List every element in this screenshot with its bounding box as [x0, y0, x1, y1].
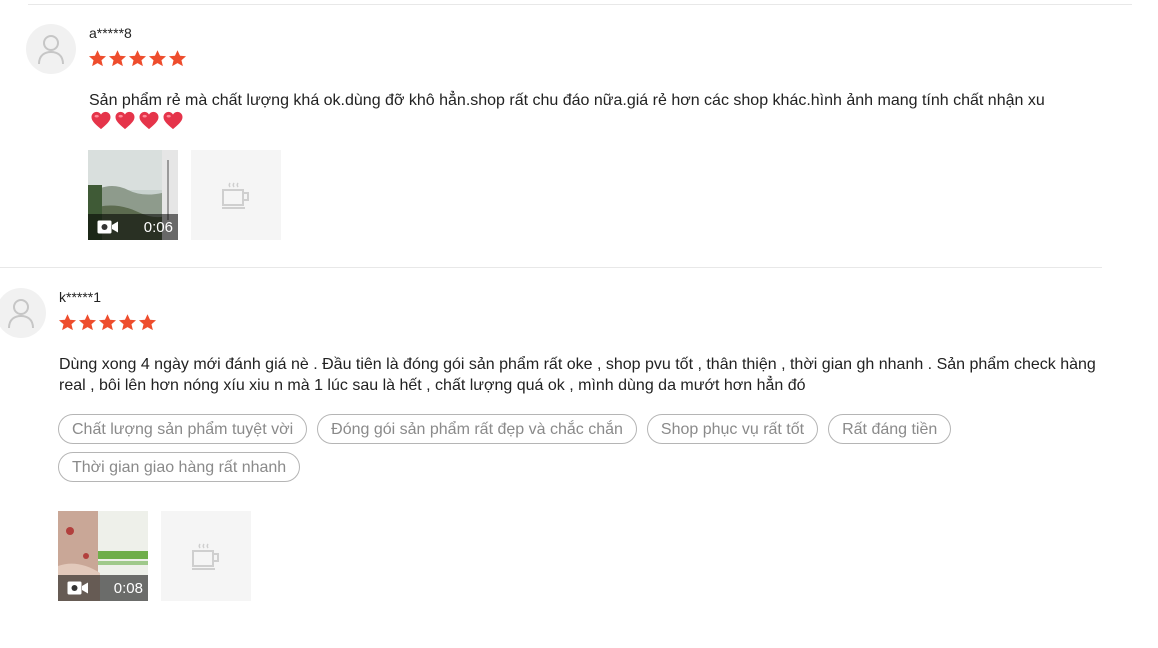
review-username: a*****8 — [89, 25, 132, 41]
media-placeholder[interactable] — [191, 150, 281, 240]
star-icon — [148, 50, 167, 67]
coffee-cup-icon — [192, 543, 219, 570]
review-media: 0:06 — [88, 150, 281, 240]
review-comment: Sản phẩm rẻ mà chất lượng khá ok.dùng đỡ… — [89, 90, 1119, 133]
review-tag: Đóng gói sản phẩm rất đẹp và chắc chắn — [317, 414, 637, 444]
review-media: 0:08 — [58, 511, 251, 601]
video-duration: 0:06 — [143, 218, 173, 236]
video-info-bar: 0:06 — [88, 214, 178, 240]
star-icon — [118, 314, 137, 331]
avatar[interactable] — [26, 24, 76, 74]
video-thumbnail[interactable]: 0:08 — [58, 511, 148, 601]
rating-stars — [88, 49, 187, 68]
coffee-cup-icon — [222, 182, 249, 209]
heart-icon — [91, 111, 111, 130]
video-thumbnail[interactable]: 0:06 — [88, 150, 178, 240]
video-camera-icon — [67, 581, 88, 595]
heart-icon — [115, 111, 135, 130]
star-icon — [78, 314, 97, 331]
star-icon — [58, 314, 77, 331]
review-comment-text: Sản phẩm rẻ mà chất lượng khá ok.dùng đỡ… — [89, 92, 1045, 109]
star-icon — [108, 50, 127, 67]
video-camera-icon — [97, 220, 118, 234]
review-item: a*****8 Sản phẩm rẻ mà chất lượng khá ok… — [0, 0, 1158, 268]
star-icon — [168, 50, 187, 67]
heart-icon — [139, 111, 159, 130]
heart-emojis — [90, 111, 184, 130]
video-duration: 0:08 — [113, 579, 143, 597]
rating-stars — [58, 313, 157, 332]
heart-icon — [163, 111, 183, 130]
avatar[interactable] — [0, 288, 46, 338]
review-tag: Chất lượng sản phẩm tuyệt vời — [58, 414, 308, 444]
star-icon — [88, 50, 107, 67]
review-comment: Dùng xong 4 ngày mới đánh giá nè . Đầu t… — [59, 356, 1096, 394]
user-icon — [38, 35, 64, 65]
review-username: k*****1 — [59, 289, 102, 305]
review-tags: Chất lượng sản phẩm tuyệt vời Đóng gói s… — [58, 414, 1058, 482]
media-placeholder[interactable] — [161, 511, 251, 601]
review-tag: Thời gian giao hàng rất nhanh — [58, 452, 301, 482]
review-tag: Rất đáng tiền — [828, 414, 952, 444]
review-item: k*****1 Dùng xong 4 ngày mới đánh giá nè… — [0, 268, 1158, 648]
user-icon — [8, 299, 34, 329]
review-tag: Shop phục vụ rất tốt — [646, 414, 819, 444]
star-icon — [138, 314, 157, 331]
star-icon — [98, 314, 117, 331]
video-info-bar: 0:08 — [58, 575, 148, 601]
star-icon — [128, 50, 147, 67]
